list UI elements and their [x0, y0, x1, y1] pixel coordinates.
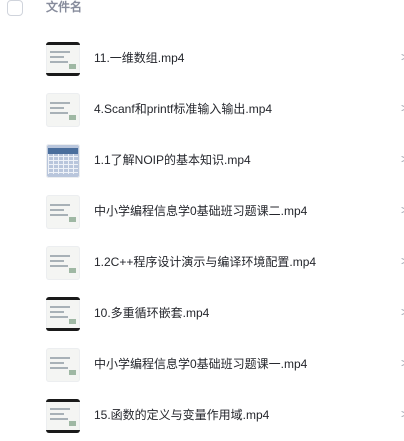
file-row[interactable]: 11.一维数组.mp4 >: [0, 33, 404, 84]
file-name[interactable]: 1.1了解NOIP的基本知识.mp4: [94, 152, 251, 168]
video-thumbnail-icon: [46, 93, 80, 127]
file-row[interactable]: 4.Scanf和printf标准输入输出.mp4 >: [0, 84, 404, 135]
file-row[interactable]: 中小学编程信息学0基础班习题课一.mp4 >: [0, 339, 404, 390]
file-row[interactable]: 10.多重循环嵌套.mp4 >: [0, 288, 404, 339]
file-row[interactable]: 1.2C++程序设计演示与编译环境配置.mp4 >: [0, 237, 404, 288]
file-name[interactable]: 11.一维数组.mp4: [94, 50, 184, 66]
file-name[interactable]: 中小学编程信息学0基础班习题课二.mp4: [94, 203, 307, 219]
file-list-header: 文件名: [0, 0, 404, 18]
file-name[interactable]: 中小学编程信息学0基础班习题课一.mp4: [94, 356, 307, 372]
video-thumbnail-icon: [46, 195, 80, 229]
file-row[interactable]: 中小学编程信息学0基础班习题课二.mp4 >: [0, 186, 404, 237]
video-thumbnail-icon: [46, 246, 80, 280]
file-name[interactable]: 1.2C++程序设计演示与编译环境配置.mp4: [94, 254, 316, 270]
file-name[interactable]: 4.Scanf和printf标准输入输出.mp4: [94, 101, 272, 117]
video-thumbnail-icon: [46, 42, 80, 76]
video-thumbnail-icon: [46, 297, 80, 331]
file-row[interactable]: 1.1了解NOIP的基本知识.mp4 >: [0, 135, 404, 186]
video-thumbnail-icon: [46, 348, 80, 382]
file-list: 11.一维数组.mp4 > 4.Scanf和printf标准输入输出.mp4 >…: [0, 33, 404, 441]
video-thumbnail-icon: [46, 399, 80, 433]
column-header-filename[interactable]: 文件名: [46, 0, 82, 14]
video-thumbnail-icon: [46, 144, 80, 178]
file-name[interactable]: 15.函数的定义与变量作用域.mp4: [94, 407, 269, 423]
select-all-checkbox[interactable]: [7, 0, 23, 16]
file-name[interactable]: 10.多重循环嵌套.mp4: [94, 305, 209, 321]
file-row[interactable]: 15.函数的定义与变量作用域.mp4 >: [0, 390, 404, 441]
